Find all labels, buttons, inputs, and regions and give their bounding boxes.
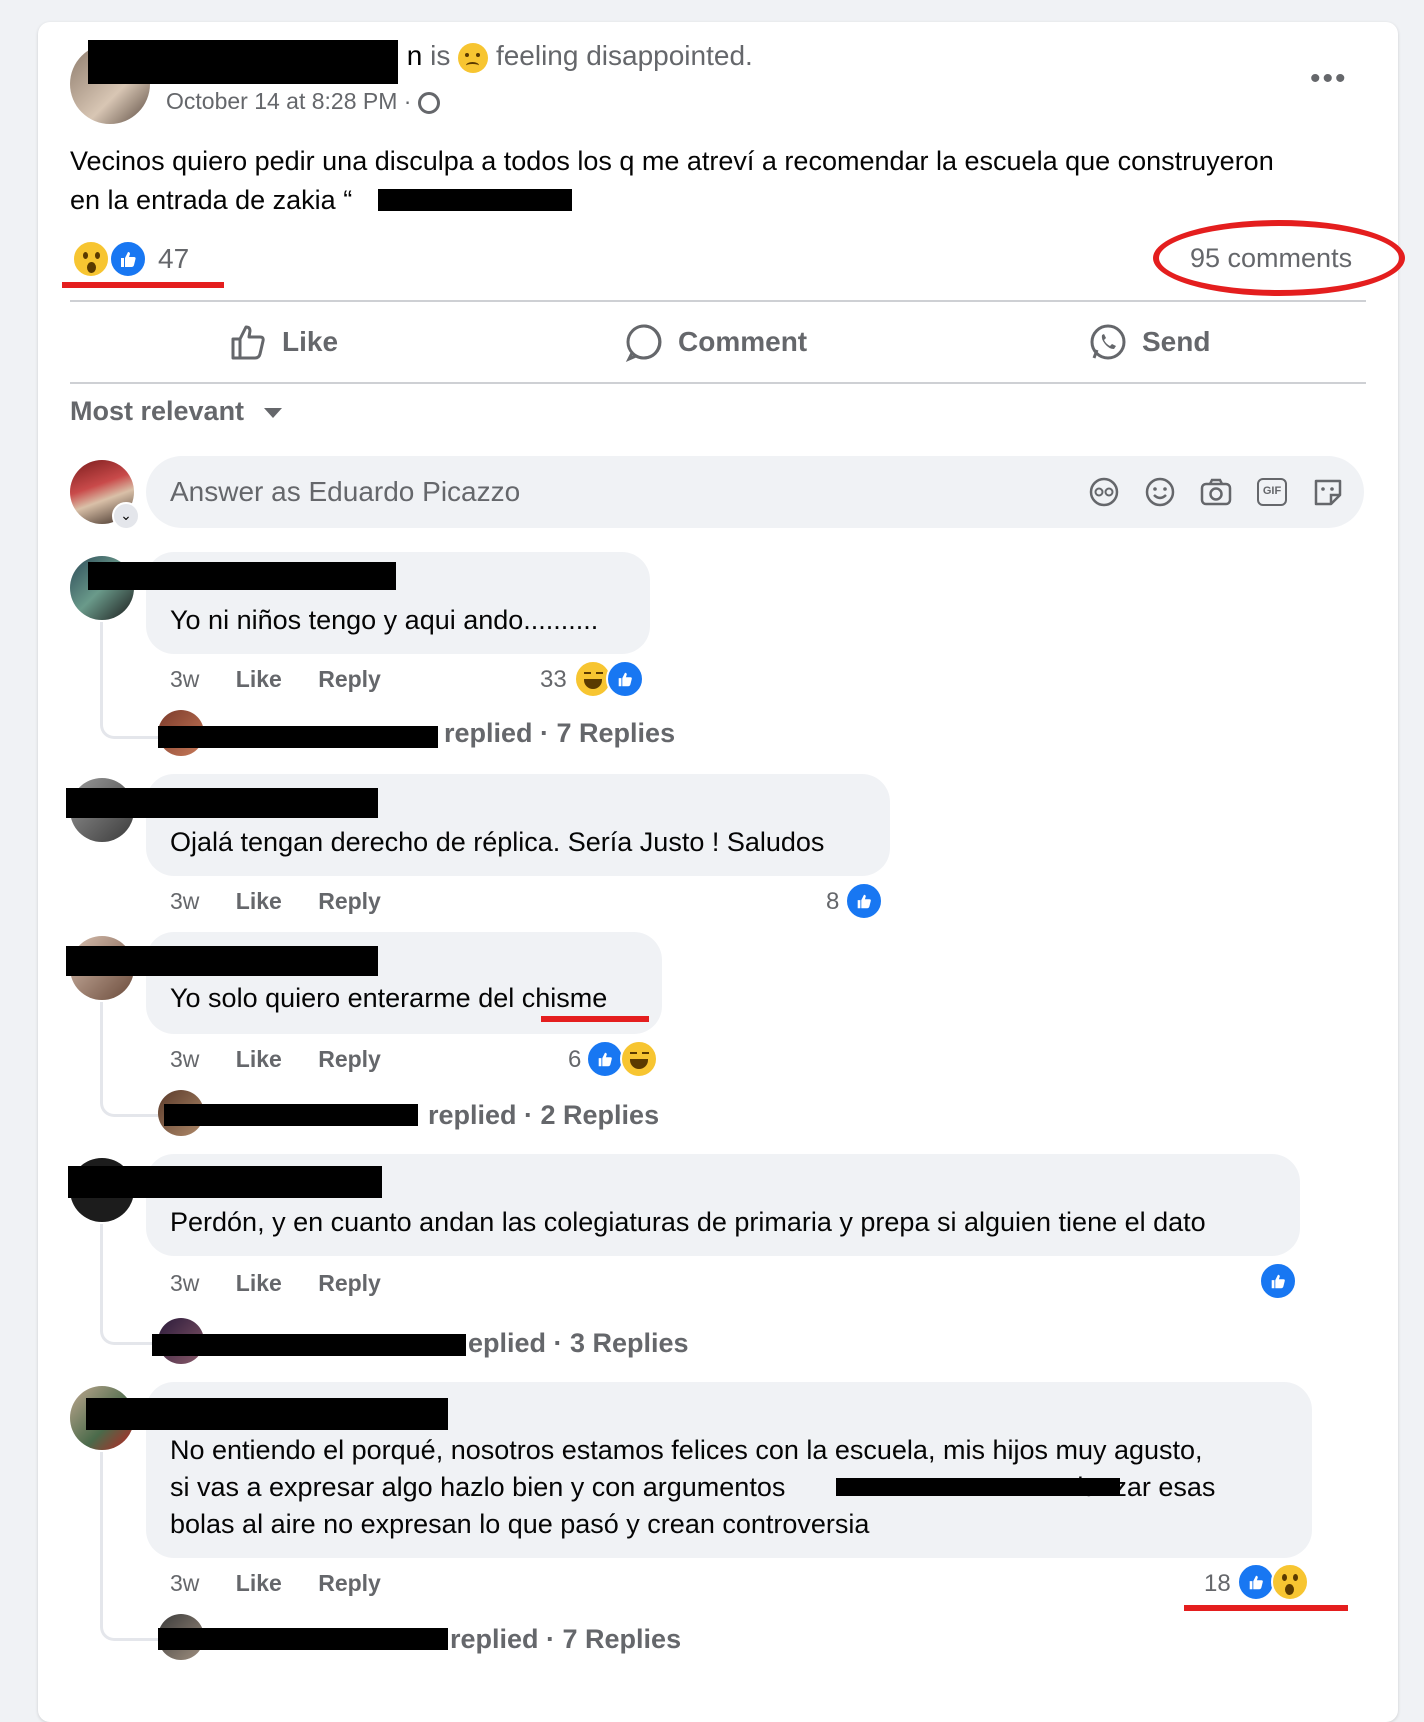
post-text-line-1: Vecinos quiero pedir una disculpa a todo… <box>70 146 1274 176</box>
view-replies-link[interactable]: eplied · 3 Replies <box>468 1328 689 1359</box>
send-label: Send <box>1142 326 1211 357</box>
comment-reply-button[interactable]: Reply <box>318 888 381 914</box>
post-meta: October 14 at 8:28 PM · <box>166 88 440 115</box>
like-reaction-icon[interactable] <box>586 1040 624 1078</box>
post-text-line-2: en la entrada de zakia “ <box>70 185 353 215</box>
comment-reply-button[interactable]: Reply <box>318 1570 381 1596</box>
annotation-underline <box>62 282 224 288</box>
comment-text: Perdón, y en cuanto andan las colegiatur… <box>170 1207 1206 1237</box>
emoji-icon[interactable] <box>1142 474 1178 510</box>
comment-actions: 3w Like Reply <box>170 666 411 693</box>
redacted-replier-name <box>152 1334 466 1356</box>
redacted-replier-name <box>164 1104 418 1126</box>
comment-reaction-count[interactable]: 18 <box>1204 1570 1231 1598</box>
avatar-sticker-icon[interactable] <box>1086 474 1122 510</box>
sticker-icon[interactable] <box>1310 474 1346 510</box>
comment-reaction-count[interactable]: 8 <box>826 888 839 916</box>
annotation-circle <box>1153 220 1405 296</box>
thumbs-up-icon <box>231 325 265 360</box>
comment-reply-button[interactable]: Reply <box>318 666 381 692</box>
send-button[interactable]: Send <box>1088 322 1210 362</box>
comment-text: Ojalá tengan derecho de réplica. Sería J… <box>170 827 825 857</box>
reaction-count[interactable]: 47 <box>158 243 189 275</box>
redacted-commenter-name <box>86 1398 448 1430</box>
haha-reaction-icon[interactable] <box>620 1040 658 1078</box>
comment-like-button[interactable]: Like <box>236 1046 282 1072</box>
redacted-replier-name <box>158 1628 448 1650</box>
like-reaction-icon[interactable] <box>1237 1563 1275 1601</box>
wow-reaction-icon[interactable] <box>72 240 110 278</box>
comment-bubble-icon <box>625 324 662 362</box>
comment-time[interactable]: 3w <box>170 1270 199 1296</box>
post-timestamp[interactable]: October 14 at 8:28 PM <box>166 88 397 114</box>
divider-top <box>70 300 1366 302</box>
status-is-text: is <box>430 40 451 71</box>
feeling-text: feeling disappointed. <box>495 40 753 71</box>
post-status-line: n is feeling disappointed. <box>406 40 753 73</box>
comment-reply-button[interactable]: Reply <box>318 1046 381 1072</box>
redacted-mention <box>836 1478 1120 1496</box>
comment-composer[interactable]: Answer as Eduardo Picazzo GIF <box>146 456 1364 528</box>
comment-text-line-3: bolas al aire no expresan lo que pasó y … <box>170 1509 870 1539</box>
audience-icon[interactable] <box>417 91 440 114</box>
comment-button[interactable]: Comment <box>624 322 807 362</box>
caret-down-icon <box>263 407 282 418</box>
comment-text-line-2: si vas a expresar algo hazlo bien y con … <box>170 1472 1216 1502</box>
comment-actions: 3w Like Reply <box>170 888 411 915</box>
comment-text-line-1: No entiendo el porqué, nosotros estamos … <box>170 1435 1203 1465</box>
comment-actions: 3w Like Reply <box>170 1270 411 1297</box>
like-reaction-icon[interactable] <box>109 240 147 278</box>
comment-like-button[interactable]: Like <box>236 666 282 692</box>
comment-actions: 3w Like Reply <box>170 1570 411 1597</box>
sort-dropdown[interactable]: Most relevant <box>70 396 282 427</box>
gif-icon[interactable]: GIF <box>1254 474 1290 510</box>
like-reaction-icon[interactable] <box>606 660 644 698</box>
disappointed-emoji-icon <box>458 42 489 73</box>
more-options-button[interactable]: ••• <box>1310 62 1348 96</box>
comment-reaction-count[interactable]: 33 <box>540 666 567 694</box>
comment-time[interactable]: 3w <box>170 1570 199 1596</box>
comment-reaction-count[interactable]: 6 <box>568 1046 581 1074</box>
view-replies-link[interactable]: replied · 7 Replies <box>444 718 675 749</box>
comment-reply-button[interactable]: Reply <box>318 1270 381 1296</box>
like-reaction-icon[interactable] <box>1259 1262 1297 1300</box>
comment-time[interactable]: 3w <box>170 666 199 692</box>
view-replies-link[interactable]: replied · 7 Replies <box>450 1624 681 1655</box>
comment-text: No entiendo el porqué, nosotros estamos … <box>170 1432 1300 1543</box>
comment-like-button[interactable]: Like <box>236 888 282 914</box>
redacted-post-text <box>378 189 572 211</box>
comment-time[interactable]: 3w <box>170 1046 199 1072</box>
view-replies-link[interactable]: replied · 2 Replies <box>428 1100 659 1131</box>
divider-bottom <box>70 382 1366 384</box>
comment-actions: 3w Like Reply <box>170 1046 411 1073</box>
redacted-replier-name <box>158 726 438 748</box>
comment-text: Yo solo quiero enterarme del chisme <box>170 983 608 1013</box>
meta-separator: · <box>403 88 412 114</box>
comment-time[interactable]: 3w <box>170 888 199 914</box>
whatsapp-icon <box>1090 324 1126 360</box>
like-reaction-icon[interactable] <box>845 882 883 920</box>
wow-reaction-icon[interactable] <box>1271 1563 1309 1601</box>
post-text: Vecinos quiero pedir una disculpa a todo… <box>70 142 1370 220</box>
chevron-down-icon[interactable]: ⌄ <box>112 502 140 530</box>
annotation-underline <box>541 1016 649 1022</box>
comment-label: Comment <box>678 326 808 357</box>
redacted-commenter-name <box>66 788 378 818</box>
annotation-underline <box>1184 1605 1348 1611</box>
redacted-commenter-name <box>66 946 378 976</box>
redacted-commenter-name <box>68 1166 382 1198</box>
redacted-commenter-name <box>88 562 396 590</box>
sort-label: Most relevant <box>70 396 245 426</box>
comment-like-button[interactable]: Like <box>236 1270 282 1296</box>
comment-like-button[interactable]: Like <box>236 1570 282 1596</box>
like-label: Like <box>282 326 339 357</box>
camera-icon[interactable] <box>1198 474 1234 510</box>
comment-text: Yo ni niños tengo y aqui ando.......... <box>170 605 599 635</box>
composer-placeholder: Answer as Eduardo Picazzo <box>170 476 521 507</box>
like-button[interactable]: Like <box>228 322 338 362</box>
